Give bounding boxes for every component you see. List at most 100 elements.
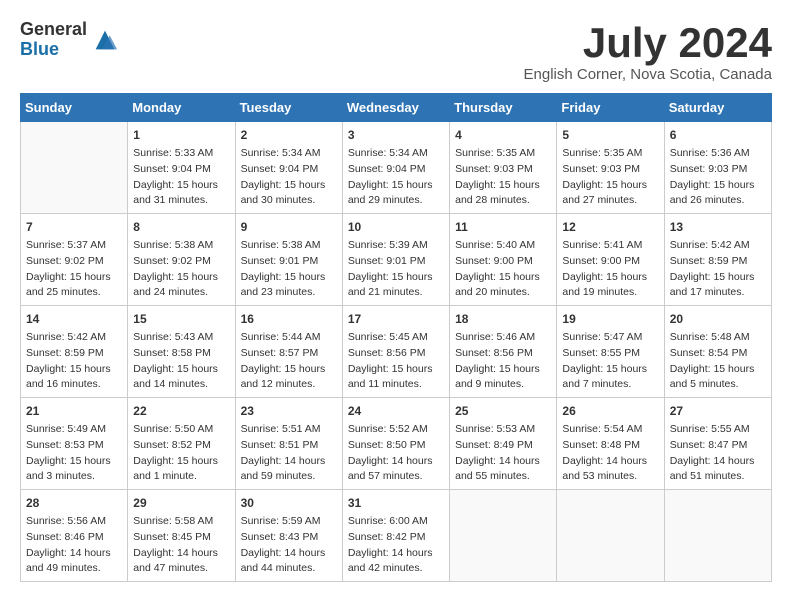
- cell-content: and 23 minutes.: [241, 285, 337, 301]
- calendar-cell: 9Sunrise: 5:38 AMSunset: 9:01 PMDaylight…: [235, 214, 342, 306]
- cell-content: Sunset: 9:04 PM: [133, 162, 229, 178]
- cell-content: Sunset: 9:00 PM: [562, 254, 658, 270]
- day-number: 3: [348, 126, 444, 144]
- day-number: 21: [26, 402, 122, 420]
- cell-content: and 29 minutes.: [348, 193, 444, 209]
- cell-content: Daylight: 15 hours: [562, 270, 658, 286]
- cell-content: Daylight: 14 hours: [241, 454, 337, 470]
- calendar-cell: 25Sunrise: 5:53 AMSunset: 8:49 PMDayligh…: [450, 398, 557, 490]
- day-number: 28: [26, 494, 122, 512]
- cell-content: Daylight: 14 hours: [562, 454, 658, 470]
- cell-content: Daylight: 15 hours: [455, 270, 551, 286]
- cell-content: Sunrise: 5:34 AM: [348, 146, 444, 162]
- cell-content: Daylight: 14 hours: [133, 546, 229, 562]
- day-number: 4: [455, 126, 551, 144]
- cell-content: and 14 minutes.: [133, 377, 229, 393]
- cell-content: and 47 minutes.: [133, 561, 229, 577]
- weekday-header-friday: Friday: [557, 94, 664, 122]
- cell-content: Sunrise: 5:52 AM: [348, 422, 444, 438]
- cell-content: Sunrise: 5:44 AM: [241, 330, 337, 346]
- cell-content: Sunrise: 5:59 AM: [241, 514, 337, 530]
- cell-content: and 53 minutes.: [562, 469, 658, 485]
- cell-content: and 17 minutes.: [670, 285, 766, 301]
- cell-content: and 27 minutes.: [562, 193, 658, 209]
- cell-content: Sunset: 8:55 PM: [562, 346, 658, 362]
- calendar-cell: 10Sunrise: 5:39 AMSunset: 9:01 PMDayligh…: [342, 214, 449, 306]
- month-title: July 2024: [524, 20, 772, 66]
- cell-content: Sunrise: 5:48 AM: [670, 330, 766, 346]
- cell-content: and 55 minutes.: [455, 469, 551, 485]
- calendar-cell: 6Sunrise: 5:36 AMSunset: 9:03 PMDaylight…: [664, 122, 771, 214]
- cell-content: Sunset: 8:42 PM: [348, 530, 444, 546]
- day-number: 1: [133, 126, 229, 144]
- cell-content: Daylight: 14 hours: [670, 454, 766, 470]
- cell-content: Daylight: 15 hours: [241, 270, 337, 286]
- calendar-cell: 1Sunrise: 5:33 AMSunset: 9:04 PMDaylight…: [128, 122, 235, 214]
- cell-content: Daylight: 15 hours: [670, 362, 766, 378]
- cell-content: and 21 minutes.: [348, 285, 444, 301]
- cell-content: Sunrise: 5:49 AM: [26, 422, 122, 438]
- day-number: 9: [241, 218, 337, 236]
- cell-content: and 20 minutes.: [455, 285, 551, 301]
- cell-content: Sunset: 8:47 PM: [670, 438, 766, 454]
- cell-content: Daylight: 15 hours: [26, 454, 122, 470]
- calendar-cell: 27Sunrise: 5:55 AMSunset: 8:47 PMDayligh…: [664, 398, 771, 490]
- calendar-cell: 2Sunrise: 5:34 AMSunset: 9:04 PMDaylight…: [235, 122, 342, 214]
- cell-content: and 59 minutes.: [241, 469, 337, 485]
- weekday-header-sunday: Sunday: [21, 94, 128, 122]
- cell-content: Sunrise: 5:51 AM: [241, 422, 337, 438]
- cell-content: and 42 minutes.: [348, 561, 444, 577]
- cell-content: Sunset: 8:56 PM: [455, 346, 551, 362]
- cell-content: Sunrise: 6:00 AM: [348, 514, 444, 530]
- cell-content: Sunset: 8:59 PM: [26, 346, 122, 362]
- cell-content: Sunrise: 5:53 AM: [455, 422, 551, 438]
- calendar-week-row: 7Sunrise: 5:37 AMSunset: 9:02 PMDaylight…: [21, 214, 772, 306]
- weekday-header-monday: Monday: [128, 94, 235, 122]
- cell-content: Daylight: 15 hours: [562, 178, 658, 194]
- day-number: 13: [670, 218, 766, 236]
- weekday-header-row: SundayMondayTuesdayWednesdayThursdayFrid…: [21, 94, 772, 122]
- day-number: 6: [670, 126, 766, 144]
- calendar-cell: 19Sunrise: 5:47 AMSunset: 8:55 PMDayligh…: [557, 306, 664, 398]
- cell-content: Sunrise: 5:38 AM: [241, 238, 337, 254]
- cell-content: Sunset: 8:52 PM: [133, 438, 229, 454]
- cell-content: Sunrise: 5:39 AM: [348, 238, 444, 254]
- cell-content: Sunrise: 5:40 AM: [455, 238, 551, 254]
- day-number: 18: [455, 310, 551, 328]
- cell-content: Sunrise: 5:35 AM: [455, 146, 551, 162]
- calendar-cell: 23Sunrise: 5:51 AMSunset: 8:51 PMDayligh…: [235, 398, 342, 490]
- day-number: 31: [348, 494, 444, 512]
- cell-content: Sunrise: 5:42 AM: [26, 330, 122, 346]
- day-number: 8: [133, 218, 229, 236]
- day-number: 17: [348, 310, 444, 328]
- location: English Corner, Nova Scotia, Canada: [524, 66, 772, 83]
- cell-content: Daylight: 15 hours: [670, 270, 766, 286]
- cell-content: Daylight: 14 hours: [455, 454, 551, 470]
- cell-content: and 12 minutes.: [241, 377, 337, 393]
- calendar-cell: 22Sunrise: 5:50 AMSunset: 8:52 PMDayligh…: [128, 398, 235, 490]
- day-number: 20: [670, 310, 766, 328]
- day-number: 15: [133, 310, 229, 328]
- cell-content: Daylight: 15 hours: [133, 178, 229, 194]
- cell-content: Daylight: 14 hours: [348, 454, 444, 470]
- day-number: 14: [26, 310, 122, 328]
- calendar-cell: 26Sunrise: 5:54 AMSunset: 8:48 PMDayligh…: [557, 398, 664, 490]
- cell-content: and 28 minutes.: [455, 193, 551, 209]
- calendar-cell: 14Sunrise: 5:42 AMSunset: 8:59 PMDayligh…: [21, 306, 128, 398]
- cell-content: Sunset: 8:46 PM: [26, 530, 122, 546]
- cell-content: Daylight: 15 hours: [241, 362, 337, 378]
- cell-content: and 24 minutes.: [133, 285, 229, 301]
- day-number: 7: [26, 218, 122, 236]
- cell-content: Daylight: 15 hours: [241, 178, 337, 194]
- cell-content: Sunrise: 5:45 AM: [348, 330, 444, 346]
- calendar-cell: 28Sunrise: 5:56 AMSunset: 8:46 PMDayligh…: [21, 490, 128, 582]
- cell-content: Sunrise: 5:54 AM: [562, 422, 658, 438]
- cell-content: Sunset: 8:53 PM: [26, 438, 122, 454]
- weekday-header-thursday: Thursday: [450, 94, 557, 122]
- cell-content: Sunset: 8:49 PM: [455, 438, 551, 454]
- cell-content: Sunrise: 5:35 AM: [562, 146, 658, 162]
- cell-content: and 25 minutes.: [26, 285, 122, 301]
- logo-blue: Blue: [20, 40, 87, 60]
- cell-content: and 1 minute.: [133, 469, 229, 485]
- calendar-cell: 8Sunrise: 5:38 AMSunset: 9:02 PMDaylight…: [128, 214, 235, 306]
